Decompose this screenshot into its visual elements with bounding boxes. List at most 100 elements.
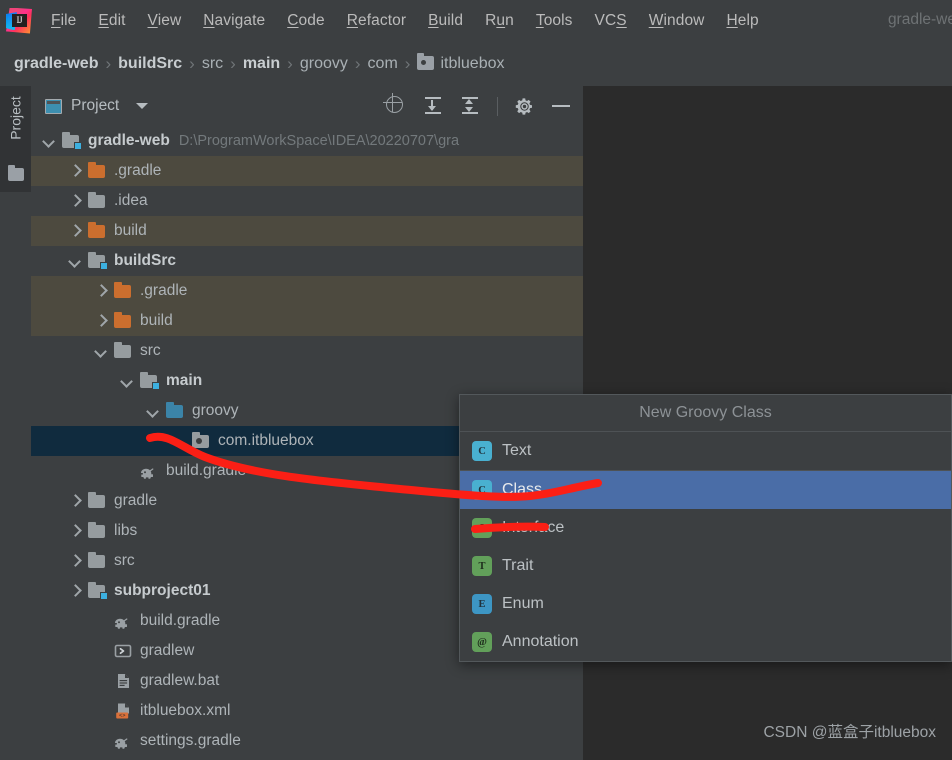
tree-node-src[interactable]: src bbox=[31, 336, 583, 366]
folder-orange-icon bbox=[113, 312, 133, 329]
tree-node-label: build.gradle bbox=[140, 612, 221, 629]
tool-window-strip: Project bbox=[0, 86, 31, 760]
breadcrumb-separator: › bbox=[230, 53, 236, 73]
breadcrumb-separator: › bbox=[287, 53, 293, 73]
watermark-text: CSDN @蓝盒子itbluebox bbox=[763, 724, 936, 741]
tree-node-label: .gradle bbox=[114, 162, 162, 179]
menu-item-build[interactable]: Build bbox=[417, 9, 474, 33]
menu-item-code[interactable]: Code bbox=[276, 9, 335, 33]
tool-window-label: Project bbox=[7, 96, 24, 140]
folder-orange-icon bbox=[87, 222, 107, 239]
tree-node-label: gradle bbox=[114, 492, 158, 509]
chevron-down-icon[interactable] bbox=[95, 346, 106, 357]
chevron-down-icon[interactable] bbox=[121, 376, 132, 387]
minimize-icon[interactable] bbox=[551, 96, 571, 116]
tree-node-label: gradle-web bbox=[88, 132, 170, 149]
tree-node-build[interactable]: build bbox=[31, 216, 583, 246]
folder-orange-icon bbox=[87, 162, 107, 179]
popup-item-label: Trait bbox=[502, 557, 534, 574]
tree-node-itbluebox.xml[interactable]: <> itbluebox.xml bbox=[31, 696, 583, 726]
sidebar-item-project[interactable]: Project bbox=[0, 86, 31, 192]
breadcrumb: gradle-web › buildSrc › src › main › groovy › com ›… bbox=[0, 41, 952, 86]
chevron-down-icon[interactable] bbox=[147, 406, 158, 417]
tree-node-gradle-web[interactable]: gradle-web D:\ProgramWorkSpace\IDEA\20220… bbox=[31, 126, 583, 156]
tree-node-label: itbluebox.xml bbox=[140, 702, 231, 719]
popup-item-label: Text bbox=[502, 442, 532, 459]
chevron-right-icon[interactable] bbox=[69, 526, 80, 537]
breadcrumb-label: buildSrc bbox=[118, 54, 183, 72]
breadcrumb-item-groovy[interactable]: groovy bbox=[300, 55, 348, 73]
popup-title: New Groovy Class bbox=[460, 395, 951, 432]
shell-script-icon bbox=[113, 643, 133, 659]
breadcrumb-item-main[interactable]: main bbox=[243, 55, 280, 73]
tree-node-gradlew.bat[interactable]: gradlew.bat bbox=[31, 666, 583, 696]
popup-item-enum[interactable]: E Enum bbox=[460, 585, 951, 623]
gear-icon[interactable] bbox=[515, 97, 534, 116]
tree-node-.gradle[interactable]: .gradle bbox=[31, 276, 583, 306]
tree-node-label: src bbox=[140, 342, 161, 359]
breadcrumb-label: itbluebox bbox=[440, 54, 505, 72]
locate-file-icon[interactable] bbox=[386, 96, 406, 116]
tree-node-label: src bbox=[114, 552, 135, 569]
collapse-all-icon[interactable] bbox=[460, 96, 480, 116]
breadcrumb-item-itbluebox[interactable]: itbluebox bbox=[417, 52, 505, 73]
chevron-down-icon[interactable] bbox=[43, 136, 54, 147]
chevron-right-icon[interactable] bbox=[69, 556, 80, 567]
chevron-right-icon[interactable] bbox=[69, 586, 80, 597]
popup-item-text[interactable]: C Text bbox=[460, 432, 951, 470]
groovy-class-icon: C bbox=[472, 480, 492, 500]
module-folder-icon bbox=[87, 252, 108, 270]
tree-node-build[interactable]: build bbox=[31, 306, 583, 336]
breadcrumb-item-buildSrc[interactable]: buildSrc bbox=[118, 55, 182, 73]
breadcrumb-item-com[interactable]: com bbox=[368, 55, 398, 73]
gradle-file-icon bbox=[113, 613, 133, 629]
menu-item-file[interactable]: File bbox=[40, 9, 87, 33]
popup-item-class[interactable]: C Class bbox=[460, 471, 951, 509]
menu-item-window[interactable]: Window bbox=[638, 9, 716, 33]
menu-item-edit[interactable]: Edit bbox=[87, 9, 136, 33]
tree-node-label: com.itbluebox bbox=[218, 432, 314, 449]
chevron-right-icon[interactable] bbox=[95, 316, 106, 327]
groovy-annotation-icon: @ bbox=[472, 632, 492, 652]
chevron-right-icon[interactable] bbox=[69, 166, 80, 177]
project-panel-title: Project bbox=[71, 97, 120, 114]
gradle-file-icon bbox=[139, 463, 159, 479]
menu-item-help[interactable]: Help bbox=[715, 9, 769, 33]
popup-item-annotation[interactable]: @ Annotation bbox=[460, 623, 951, 661]
menu-item-refactor[interactable]: Refactor bbox=[336, 9, 417, 33]
menu-item-run[interactable]: Run bbox=[474, 9, 525, 33]
menu-item-vcs[interactable]: VCS bbox=[584, 9, 638, 33]
menu-item-view[interactable]: View bbox=[137, 9, 193, 33]
breadcrumb-item-src[interactable]: src bbox=[202, 55, 223, 73]
menu-item-navigate[interactable]: Navigate bbox=[192, 9, 276, 33]
tree-node-settings.gradle[interactable]: settings.gradle bbox=[31, 726, 583, 756]
chevron-down-icon[interactable] bbox=[136, 103, 149, 109]
breadcrumb-separator: › bbox=[189, 53, 195, 73]
popup-item-trait[interactable]: T Trait bbox=[460, 547, 951, 585]
logo-text: IJ bbox=[16, 15, 23, 26]
tree-node-label: build.gradle bbox=[166, 462, 247, 479]
chevron-right-icon[interactable] bbox=[95, 286, 106, 297]
chevron-right-icon[interactable] bbox=[69, 226, 80, 237]
chevron-right-icon[interactable] bbox=[69, 496, 80, 507]
menu-item-tools[interactable]: Tools bbox=[525, 9, 584, 33]
tree-node-.idea[interactable]: .idea bbox=[31, 186, 583, 216]
chevron-right-icon[interactable] bbox=[69, 196, 80, 207]
folder-gray-icon bbox=[87, 192, 107, 209]
intellij-idea-logo-icon: IJ bbox=[6, 7, 32, 34]
tree-node-.gradle[interactable]: .gradle bbox=[31, 156, 583, 186]
package-folder-icon bbox=[417, 52, 435, 70]
popup-item-interface[interactable]: I Interface bbox=[460, 509, 951, 547]
window-title: gradle-we bbox=[887, 11, 952, 28]
tree-node-label: main bbox=[166, 372, 203, 389]
groovy-enum-icon: E bbox=[472, 594, 492, 614]
breadcrumb-item-gradle-web[interactable]: gradle-web bbox=[14, 55, 98, 73]
tree-node-buildSrc[interactable]: buildSrc bbox=[31, 246, 583, 276]
breadcrumb-label: com bbox=[367, 54, 398, 72]
tree-node-main[interactable]: main bbox=[31, 366, 583, 396]
chevron-down-icon[interactable] bbox=[69, 256, 80, 267]
expand-all-icon[interactable] bbox=[423, 96, 443, 116]
